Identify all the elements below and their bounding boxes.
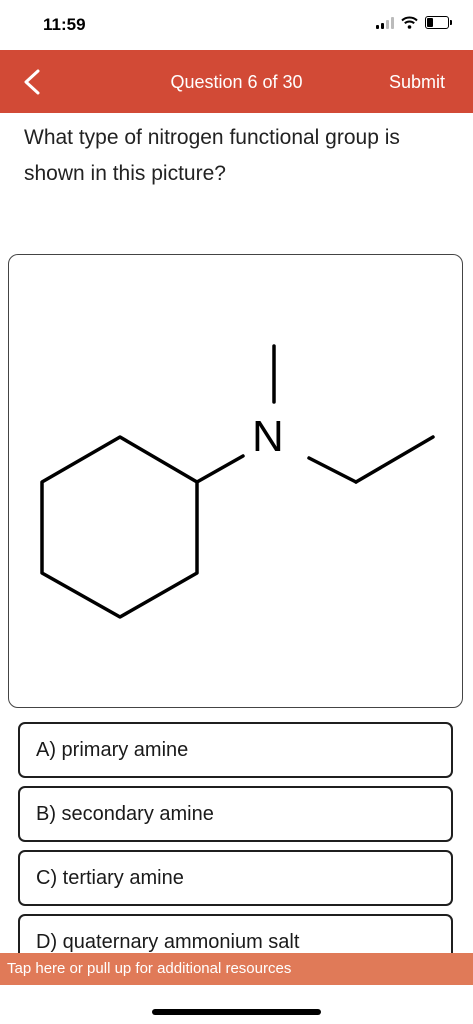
header-bar: Question 6 of 30 Submit	[0, 50, 473, 113]
status-time: 11:59	[43, 15, 86, 34]
cyclohexane-ring	[40, 435, 199, 619]
wifi-icon	[401, 16, 418, 29]
ring-to-nitrogen-bond	[195, 454, 245, 484]
molecule-figure: N	[8, 254, 463, 708]
status-bar: 11:59	[0, 0, 473, 50]
ethyl-bond	[354, 435, 435, 484]
answer-option-b[interactable]: B) secondary amine	[18, 786, 453, 842]
question-text: What type of nitrogen functional group i…	[24, 126, 400, 185]
cellular-signal-icon	[376, 16, 394, 29]
submit-button[interactable]: Submit	[389, 72, 445, 93]
status-icons	[376, 16, 452, 29]
answer-option-c[interactable]: C) tertiary amine	[18, 850, 453, 906]
nitrogen-ethyl-bond	[307, 456, 358, 484]
home-indicator[interactable]	[152, 1009, 321, 1015]
answer-option-a[interactable]: A) primary amine	[18, 722, 453, 778]
additional-resources-bar[interactable]: Tap here or pull up for additional resou…	[0, 953, 473, 985]
nitrogen-atom-label: N	[252, 412, 284, 461]
battery-icon	[425, 16, 452, 29]
molecule-structure	[40, 344, 435, 619]
